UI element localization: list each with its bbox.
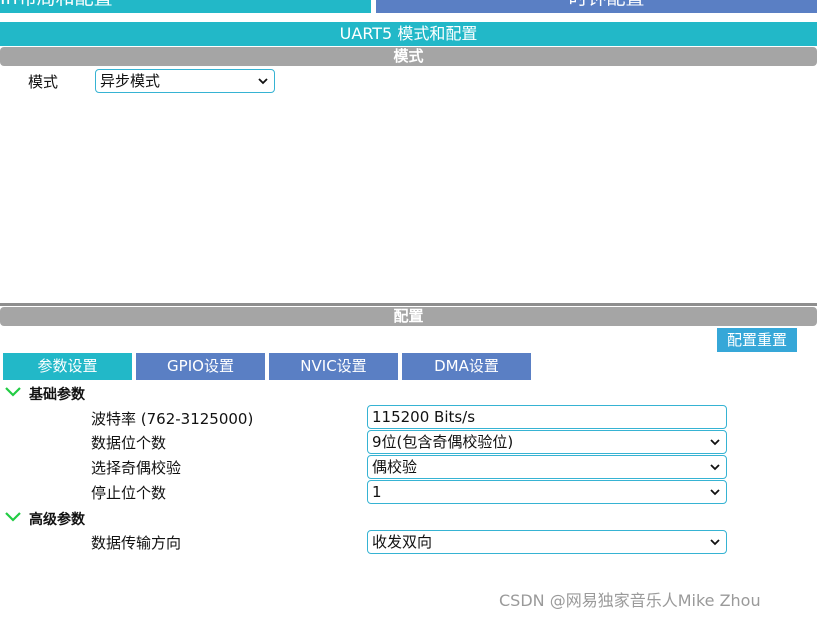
tab-nvic-settings[interactable]: NVIC设置 bbox=[269, 353, 398, 380]
data-direction-select[interactable]: 收发双向 bbox=[367, 530, 727, 554]
parity-label: 选择奇偶校验 bbox=[91, 459, 182, 477]
page-title: UART5 模式和配置 bbox=[0, 22, 817, 46]
parity-select[interactable]: 偶校验 bbox=[367, 455, 727, 479]
reset-config-button[interactable]: 配置重置 bbox=[717, 328, 797, 352]
tab-parameter-settings[interactable]: 参数设置 bbox=[3, 353, 132, 380]
top-tab-pinout-label: In布局和配置 bbox=[0, 0, 113, 9]
stop-bits-select[interactable]: 1 bbox=[367, 480, 727, 504]
advanced-params-title: 高级参数 bbox=[29, 512, 85, 528]
word-length-label: 数据位个数 bbox=[91, 434, 167, 452]
expand-arrow-icon[interactable] bbox=[5, 512, 21, 522]
top-tab-clock-label: 时钟配置 bbox=[568, 0, 644, 9]
tab-gpio-settings[interactable]: GPIO设置 bbox=[136, 353, 265, 380]
parity-value: 偶校验 bbox=[372, 458, 418, 476]
mode-select[interactable]: 异步模式 bbox=[95, 69, 275, 93]
data-direction-label: 数据传输方向 bbox=[91, 534, 182, 552]
baud-rate-label: 波特率 (762-3125000) bbox=[91, 410, 254, 428]
chevron-down-icon bbox=[710, 539, 720, 546]
chevron-down-icon bbox=[258, 78, 268, 85]
mode-label: 模式 bbox=[28, 73, 59, 91]
stop-bits-label: 停止位个数 bbox=[91, 484, 167, 502]
mode-section-title: 模式 bbox=[393, 47, 424, 65]
baud-rate-input[interactable]: 115200 Bits/s bbox=[367, 405, 727, 429]
mode-select-value: 异步模式 bbox=[100, 72, 161, 90]
top-tab-clock[interactable]: 时钟配置 bbox=[376, 0, 817, 13]
tab-dma-settings[interactable]: DMA设置 bbox=[402, 353, 531, 380]
data-direction-value: 收发双向 bbox=[372, 533, 433, 551]
config-section-title: 配置 bbox=[393, 307, 424, 325]
chevron-down-icon bbox=[710, 489, 720, 496]
word-length-select[interactable]: 9位(包含奇偶校验位) bbox=[367, 430, 727, 454]
config-section-header: 配置 bbox=[0, 307, 817, 326]
stop-bits-value: 1 bbox=[372, 483, 382, 501]
word-length-value: 9位(包含奇偶校验位) bbox=[372, 433, 514, 451]
top-tab-pinout[interactable]: In布局和配置 bbox=[0, 0, 371, 13]
watermark-text: CSDN @网易独家音乐人Mike Zhou bbox=[499, 591, 761, 610]
chevron-down-icon bbox=[710, 464, 720, 471]
expand-arrow-icon[interactable] bbox=[5, 387, 21, 397]
page-title-text: UART5 模式和配置 bbox=[339, 24, 478, 43]
baud-rate-value: 115200 Bits/s bbox=[372, 408, 476, 426]
chevron-down-icon bbox=[710, 439, 720, 446]
basic-params-title: 基础参数 bbox=[29, 387, 85, 403]
mode-section-header: 模式 bbox=[0, 47, 817, 66]
section-divider[interactable] bbox=[0, 303, 817, 306]
